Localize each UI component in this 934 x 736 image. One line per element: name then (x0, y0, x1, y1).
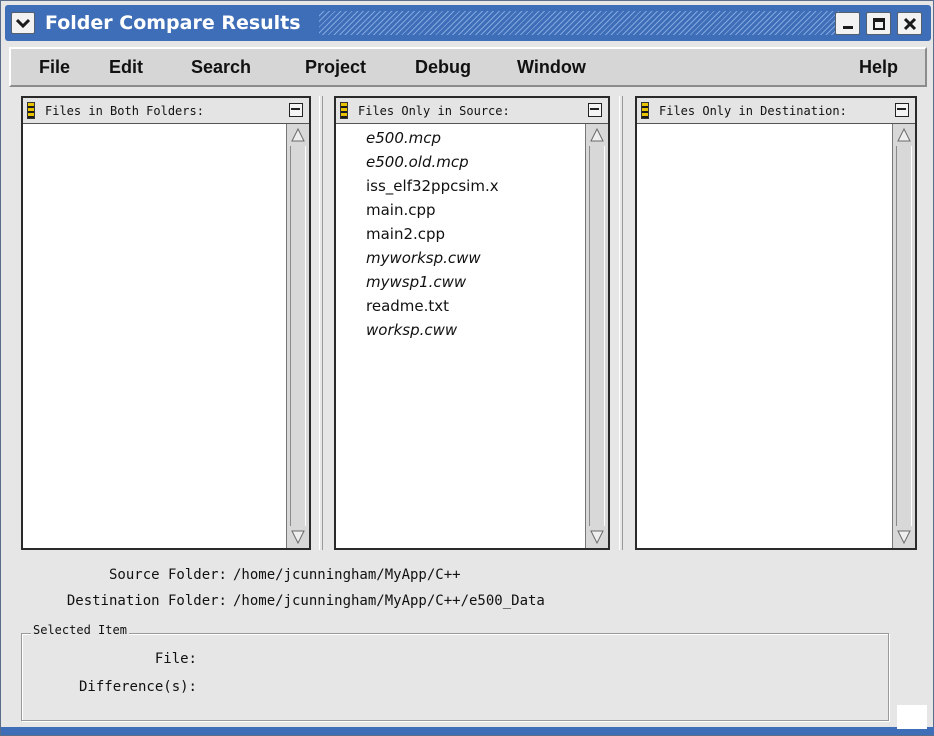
scroll-up-button[interactable] (588, 126, 606, 144)
list-item[interactable]: e500.mcp (366, 126, 441, 150)
list-item[interactable]: main2.cpp (366, 222, 445, 246)
scroll-track[interactable] (290, 146, 306, 526)
difference-label: Difference(s): (78, 679, 197, 695)
panel-divider[interactable] (619, 96, 623, 550)
menu-help[interactable]: Help (859, 49, 898, 85)
window-bottom-border (1, 727, 934, 735)
arrow-down-icon (897, 530, 911, 545)
file-label: File: (154, 651, 197, 667)
title-bar[interactable]: Folder Compare Results (5, 5, 931, 41)
panel-header: Files in Both Folders: (23, 98, 309, 124)
panel-collapse-button[interactable] (895, 103, 909, 117)
menu-edit[interactable]: Edit (109, 49, 143, 85)
file-list[interactable]: e500.mcp e500.old.mcp iss_elf32ppcsim.x … (336, 124, 586, 548)
scroll-up-button[interactable] (895, 126, 913, 144)
list-item[interactable]: mywsp1.cww (366, 270, 466, 294)
panel-collapse-button[interactable] (289, 103, 303, 117)
menu-bar: File Edit Search Project Debug Window He… (9, 47, 927, 87)
arrow-down-icon (590, 530, 604, 545)
panel-title: Files Only in Destination: (659, 104, 847, 118)
menu-debug[interactable]: Debug (415, 49, 471, 85)
list-item[interactable]: main.cpp (366, 198, 436, 222)
vertical-scrollbar[interactable] (287, 124, 309, 548)
scroll-track[interactable] (589, 146, 605, 526)
panel-header: Files Only in Source: (336, 98, 608, 124)
panel-only-source: Files Only in Source: e500.mcp e500.old.… (334, 96, 610, 550)
scroll-down-button[interactable] (895, 528, 913, 546)
window-title: Folder Compare Results (45, 12, 301, 34)
panel-only-destination: Files Only in Destination: (635, 96, 917, 550)
source-folder-value: /home/jcunningham/MyApp/C++ (233, 567, 461, 583)
drag-handle-icon[interactable] (27, 102, 35, 119)
destination-folder-label: Destination Folder: (66, 593, 227, 609)
menu-file[interactable]: File (39, 49, 70, 85)
drag-handle-icon[interactable] (340, 102, 348, 119)
folder-compare-window: Folder Compare Results File Edit Search … (0, 0, 934, 736)
drag-handle-icon[interactable] (641, 102, 649, 119)
list-item[interactable]: worksp.cww (366, 318, 457, 342)
scroll-down-button[interactable] (588, 528, 606, 546)
list-item[interactable]: iss_elf32ppcsim.x (366, 174, 499, 198)
arrow-down-icon (291, 530, 305, 545)
list-item[interactable]: myworksp.cww (366, 246, 481, 270)
selected-item-legend: Selected Item (31, 621, 129, 639)
file-list[interactable] (637, 124, 893, 548)
maximize-icon (872, 17, 885, 30)
source-folder-label: Source Folder: (108, 567, 227, 583)
menu-search[interactable]: Search (191, 49, 251, 85)
panel-divider[interactable] (319, 96, 323, 550)
scroll-up-button[interactable] (289, 126, 307, 144)
destination-folder-value: /home/jcunningham/MyApp/C++/e500_Data (233, 593, 545, 609)
chevron-down-icon (16, 18, 30, 28)
minimize-icon (842, 25, 853, 29)
panel-title: Files Only in Source: (358, 104, 510, 118)
panel-header: Files Only in Destination: (637, 98, 915, 124)
scroll-down-button[interactable] (289, 528, 307, 546)
list-item[interactable]: e500.old.mcp (366, 150, 469, 174)
list-item[interactable]: readme.txt (366, 294, 449, 318)
resize-grip[interactable] (897, 705, 927, 729)
window-menu-button[interactable] (11, 12, 35, 34)
menu-window[interactable]: Window (517, 49, 586, 85)
panel-title: Files in Both Folders: (45, 104, 204, 118)
file-list[interactable] (23, 124, 287, 548)
panel-collapse-button[interactable] (588, 103, 602, 117)
menu-project[interactable]: Project (305, 49, 366, 85)
arrow-up-icon (291, 127, 305, 142)
vertical-scrollbar[interactable] (893, 124, 915, 548)
close-button[interactable] (897, 12, 922, 35)
close-icon (903, 17, 916, 30)
arrow-up-icon (897, 127, 911, 142)
title-bar-pattern (319, 11, 839, 35)
panel-both-folders: Files in Both Folders: (21, 96, 311, 550)
arrow-up-icon (590, 127, 604, 142)
minimize-button[interactable] (835, 12, 860, 35)
scroll-track[interactable] (896, 146, 912, 526)
vertical-scrollbar[interactable] (586, 124, 608, 548)
maximize-button[interactable] (866, 12, 891, 35)
